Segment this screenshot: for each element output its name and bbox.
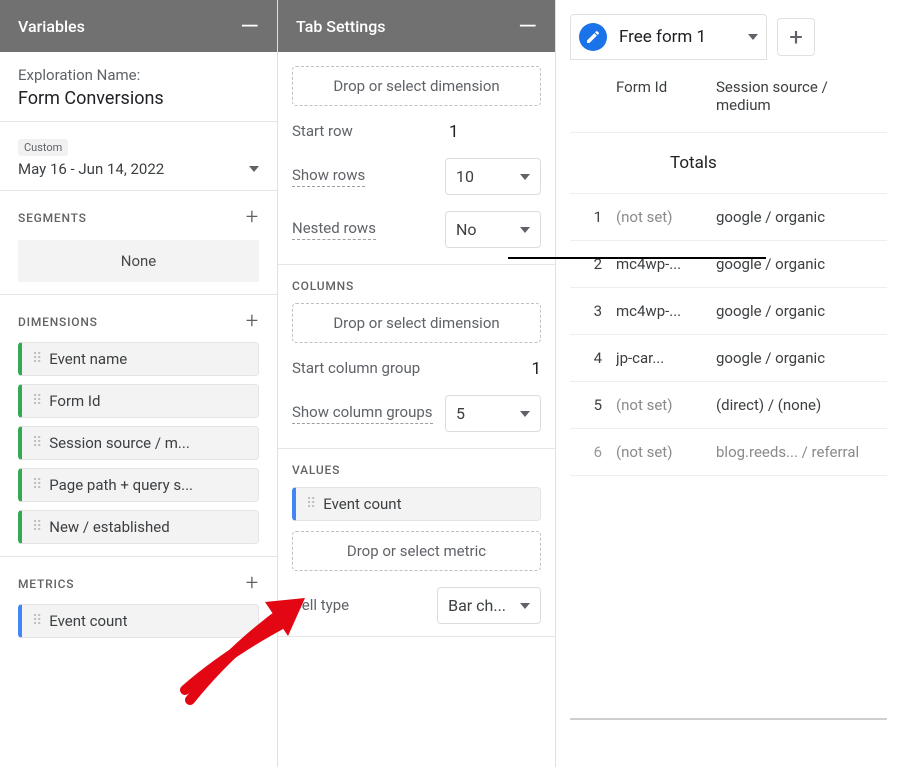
date-custom-badge: Custom [18,139,68,156]
drag-handle-icon: ⠿ [32,351,41,367]
segments-section: SEGMENTS + None [0,191,277,295]
add-metric-icon[interactable]: + [246,571,259,596]
drag-handle-icon: ⠿ [32,519,41,535]
chevron-down-icon [520,603,530,609]
report-panel: Free form 1 + Form Id Session source / m… [556,0,897,767]
drop-dimension-rows[interactable]: Drop or select dimension [292,66,541,106]
table-row[interactable]: 4jp-car...google / organic [570,335,887,382]
drag-handle-icon: ⠿ [32,435,41,451]
edit-icon[interactable] [579,23,607,51]
drop-metric[interactable]: Drop or select metric [292,531,541,571]
start-col-value[interactable]: 1 [531,359,541,379]
dimension-chip[interactable]: ⠿Event name [18,342,259,376]
chevron-down-icon [520,174,530,180]
totals-row: Totals [570,133,887,194]
tab-settings-title: Tab Settings [296,17,386,36]
add-tab-button[interactable]: + [777,18,815,56]
show-col-label: Show column groups [292,403,433,424]
values-section: VALUES ⠿Event count Drop or select metri… [278,449,555,637]
dimension-chip[interactable]: ⠿Page path + query s... [18,468,259,502]
cell-type-label: Cell type [292,596,349,616]
start-row-label: Start row [292,122,353,142]
chevron-down-icon[interactable] [249,166,259,172]
col-header-session-medium[interactable]: Session source / medium [716,78,846,114]
dimension-chip[interactable]: ⠿Session source / m... [18,426,259,460]
dimensions-section: DIMENSIONS + ⠿Event name ⠿Form Id ⠿Sessi… [0,295,277,557]
dimensions-title: DIMENSIONS [18,315,98,329]
table-row[interactable]: 6(not set)blog.reeds... / referral [570,429,887,476]
segments-title: SEGMENTS [18,211,87,225]
report-column-headers: Form Id Session source / medium [570,78,887,133]
date-range-section[interactable]: Custom May 16 - Jun 14, 2022 [0,122,277,191]
show-rows-select[interactable]: 10 [445,158,541,195]
report-tab[interactable]: Free form 1 [570,14,767,60]
add-segment-icon[interactable]: + [246,205,259,230]
dimension-chip[interactable]: ⠿New / established [18,510,259,544]
add-dimension-icon[interactable]: + [246,309,259,334]
table-row[interactable]: 2mc4wp-...google / organic [570,241,887,288]
drag-handle-icon: ⠿ [32,613,41,629]
chevron-down-icon [520,227,530,233]
start-col-label: Start column group [292,359,420,379]
tab-settings-panel: Tab Settings — Drop or select dimension … [278,0,556,767]
variables-header: Variables — [0,0,277,52]
values-title: VALUES [292,463,340,477]
drag-handle-icon: ⠿ [306,496,315,512]
value-chip[interactable]: ⠿Event count [292,487,541,521]
drag-handle-icon: ⠿ [32,393,41,409]
variables-panel: Variables — Exploration Name: Form Conve… [0,0,278,767]
start-row-value[interactable]: 1 [449,122,541,142]
show-rows-label: Show rows [292,166,365,187]
exploration-name-section: Exploration Name: Form Conversions [0,52,277,122]
table-row[interactable]: 3mc4wp-...google / organic [570,288,887,335]
columns-title: COLUMNS [292,279,354,293]
metrics-title: METRICS [18,577,74,591]
tab-name: Free form 1 [619,27,706,47]
tab-settings-header: Tab Settings — [278,0,555,52]
table-row[interactable]: 1(not set)google / organic [570,194,887,241]
segments-none[interactable]: None [18,240,259,282]
collapse-tabsettings-icon[interactable]: — [518,14,537,38]
exploration-name-label: Exploration Name: [18,66,259,84]
drop-dimension-cols[interactable]: Drop or select dimension [292,303,541,343]
cell-type-select[interactable]: Bar ch... [437,587,541,624]
date-range-value: May 16 - Jun 14, 2022 [18,160,164,178]
rows-section: Drop or select dimension Start row 1 Sho… [278,52,555,265]
collapse-variables-icon[interactable]: — [240,14,259,38]
drag-handle-icon: ⠿ [32,477,41,493]
show-col-select[interactable]: 5 [445,395,541,432]
columns-section: COLUMNS Drop or select dimension Start c… [278,265,555,449]
nested-rows-select[interactable]: No [445,211,541,248]
chevron-down-icon [520,411,530,417]
nested-rows-label: Nested rows [292,219,376,240]
chevron-down-icon[interactable] [748,34,758,40]
variables-title: Variables [18,17,85,36]
table-row[interactable]: 5(not set)(direct) / (none) [570,382,887,429]
metric-chip[interactable]: ⠿Event count [18,604,259,638]
dimension-chip[interactable]: ⠿Form Id [18,384,259,418]
col-header-form-id[interactable]: Form Id [616,78,716,114]
metrics-section: METRICS + ⠿Event count [0,557,277,650]
exploration-name-value[interactable]: Form Conversions [18,88,259,109]
